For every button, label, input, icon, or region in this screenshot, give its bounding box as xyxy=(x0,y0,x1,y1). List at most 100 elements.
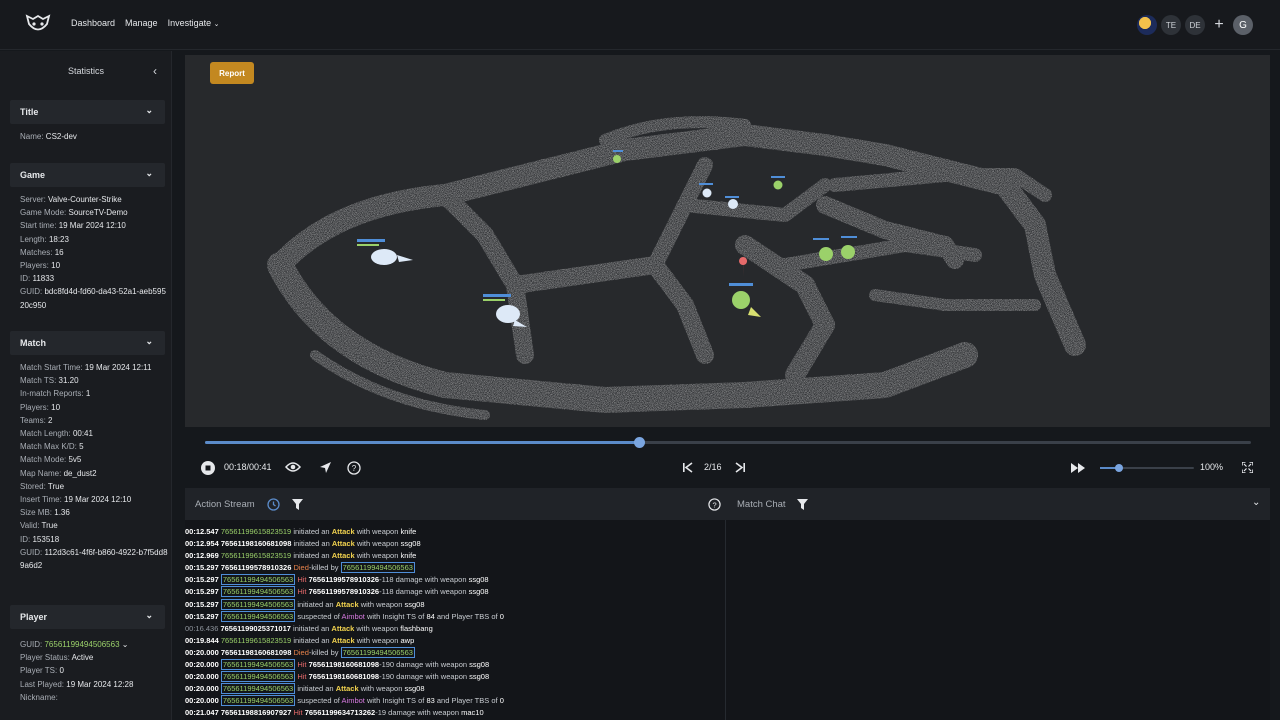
main-nav: Dashboard Manage Investigate ⌄ xyxy=(71,18,219,28)
log-row: 00:20.000 76561199494506563 suspected of… xyxy=(185,695,725,707)
log-timestamp: 00:12.547 xyxy=(185,527,221,536)
log-timestamp: 00:15.297 xyxy=(185,563,221,573)
help-icon[interactable]: ? xyxy=(708,498,721,513)
chevron-down-icon: ⌄ xyxy=(145,610,153,620)
player-id-link[interactable]: 76561199494506563 xyxy=(220,610,296,622)
fullscreen-icon[interactable] xyxy=(1242,462,1253,473)
player-id-link[interactable]: 76561199494506563 xyxy=(220,695,296,707)
nav-manage[interactable]: Manage xyxy=(125,18,158,28)
player-id-link[interactable]: 76561198160681098 xyxy=(309,672,380,681)
player-id-link[interactable]: 76561199634713262 xyxy=(305,708,376,717)
filter-icon[interactable] xyxy=(797,499,808,512)
player-id-link[interactable]: 76561199025371017 xyxy=(220,624,291,633)
brand-logo-icon[interactable] xyxy=(25,13,51,35)
row-match-ts: Match TS: 31.20 xyxy=(20,376,79,386)
section-game-header[interactable]: Game ⌄ xyxy=(10,163,165,187)
row-players: Players: 10 xyxy=(20,261,61,271)
player-id-link[interactable]: 76561199494506563 xyxy=(340,562,415,574)
avatar-te[interactable]: TE xyxy=(1161,15,1181,35)
row-server: Server: Valve-Counter-Strike xyxy=(20,195,122,204)
log-text: knife xyxy=(400,551,417,561)
player-id-link[interactable]: 76561199494506563 xyxy=(220,671,296,683)
log-timestamp: 00:20.000 xyxy=(185,696,221,706)
workspace-avatar[interactable] xyxy=(1137,15,1157,35)
log-timestamp: 00:15.297 xyxy=(185,599,221,609)
player-id-link[interactable]: 76561198160681098 xyxy=(309,660,380,669)
clock-icon[interactable] xyxy=(267,498,280,513)
user-avatar[interactable]: G xyxy=(1233,15,1253,35)
chevron-down-icon: ⌄ xyxy=(213,21,220,28)
log-text: initiated an xyxy=(291,539,332,549)
player-id-link[interactable]: 76561199615823519 xyxy=(221,527,291,536)
section-match-header[interactable]: Match ⌄ xyxy=(10,331,165,355)
next-round-icon[interactable] xyxy=(735,462,746,473)
player-id-link[interactable]: 76561199578910326 xyxy=(221,563,292,572)
row-nickname: Nickname: xyxy=(20,692,58,702)
log-text: Hit xyxy=(295,660,309,670)
log-text: 83 xyxy=(426,696,435,706)
event-panels: Action Stream ? Match Chat ⌄ 00:12.547 7… xyxy=(185,488,1270,720)
player-id-link[interactable]: 76561199494506563 xyxy=(220,574,296,586)
log-row: 00:12.547 76561199615823519 initiated an… xyxy=(185,526,725,538)
player-id-link[interactable]: 76561198160681098 xyxy=(221,648,292,657)
add-icon[interactable]: + xyxy=(1209,16,1229,34)
log-text: Attack xyxy=(331,635,355,645)
log-text: Hit xyxy=(295,672,309,682)
row-player-guid[interactable]: GUID: 76561199494506563 ⌄ xyxy=(20,638,168,651)
zoom-slider[interactable] xyxy=(1100,464,1194,472)
chevron-down-icon[interactable]: ⌄ xyxy=(1252,497,1260,508)
chevron-down-icon: ⌄ xyxy=(145,168,153,178)
section-player-rows: GUID: 76561199494506563 ⌄ Player Status:… xyxy=(20,638,168,704)
stop-icon[interactable] xyxy=(201,461,215,475)
chevron-left-icon[interactable]: ‹ xyxy=(153,64,157,78)
timeline-handle[interactable] xyxy=(634,437,646,448)
log-text: suspected of xyxy=(295,696,342,706)
log-row: 00:15.297 76561199578910326 Died-killed … xyxy=(185,562,725,574)
nav-investigate[interactable]: Investigate ⌄ xyxy=(168,18,220,28)
zoom-slider-handle[interactable] xyxy=(1114,464,1123,472)
player-id-link[interactable]: 76561199578910326 xyxy=(309,587,380,596)
player-id-link[interactable]: 76561199494506563 xyxy=(220,598,296,610)
log-text: Attack xyxy=(335,684,359,694)
report-button[interactable]: Report xyxy=(210,62,254,84)
playback-timeline[interactable] xyxy=(205,437,1251,448)
row-match-mode: Match Mode: 5v5 xyxy=(20,455,82,465)
row-id: ID: 11833 xyxy=(20,274,55,284)
player-id-link[interactable]: 76561199615823519 xyxy=(221,551,291,560)
section-title-header[interactable]: Title ⌄ xyxy=(10,100,165,124)
nav-investigate-label: Investigate xyxy=(167,18,212,28)
player-id-link[interactable]: 76561199494506563 xyxy=(220,659,296,671)
log-text: Hit xyxy=(295,575,309,585)
filter-icon[interactable] xyxy=(292,499,303,512)
player-id-link[interactable]: 76561199494506563 xyxy=(220,586,296,598)
section-player-header[interactable]: Player ⌄ xyxy=(10,605,165,629)
navigate-icon[interactable] xyxy=(319,461,332,474)
row-in-match-reports: In-match Reports: 1 xyxy=(20,389,91,399)
panel-header-bar: Action Stream ? Match Chat ⌄ xyxy=(185,488,1270,520)
log-text: flashbang xyxy=(400,623,433,633)
log-row: 00:19.844 76561199615823519 initiated an… xyxy=(185,635,725,647)
log-timestamp: 00:20.000 xyxy=(185,660,221,670)
player-id-link[interactable]: 76561198816907927 xyxy=(221,708,292,717)
log-text: Attack xyxy=(331,539,355,549)
row-insert-time: Insert Time: 19 Mar 2024 12:10 xyxy=(20,495,132,505)
log-text: 84 xyxy=(426,611,435,621)
player-id-link[interactable]: 76561199494506563 xyxy=(220,683,296,695)
player-id-link[interactable]: 76561199578910326 xyxy=(309,575,380,584)
row-player-status: Player Status: Active xyxy=(20,653,94,663)
round-counter: 2/16 xyxy=(704,462,722,472)
player-id-link[interactable]: 76561199494506563 xyxy=(340,646,415,658)
fast-forward-icon[interactable] xyxy=(1071,463,1085,473)
chevron-down-icon: ⌄ xyxy=(121,640,129,649)
nav-dashboard[interactable]: Dashboard xyxy=(71,18,115,28)
player-id-link[interactable]: 76561199615823519 xyxy=(221,636,291,645)
log-timestamp: 00:21.047 xyxy=(185,708,221,718)
map-viewport[interactable]: Report xyxy=(185,55,1270,427)
log-text: awp xyxy=(400,635,415,645)
help-icon[interactable]: ? xyxy=(347,461,361,475)
log-text: initiated an xyxy=(291,527,332,536)
avatar-de[interactable]: DE xyxy=(1185,15,1205,35)
eye-icon[interactable] xyxy=(285,461,301,473)
player-id-link[interactable]: 76561198160681098 xyxy=(221,539,292,548)
previous-round-icon[interactable] xyxy=(682,462,693,473)
